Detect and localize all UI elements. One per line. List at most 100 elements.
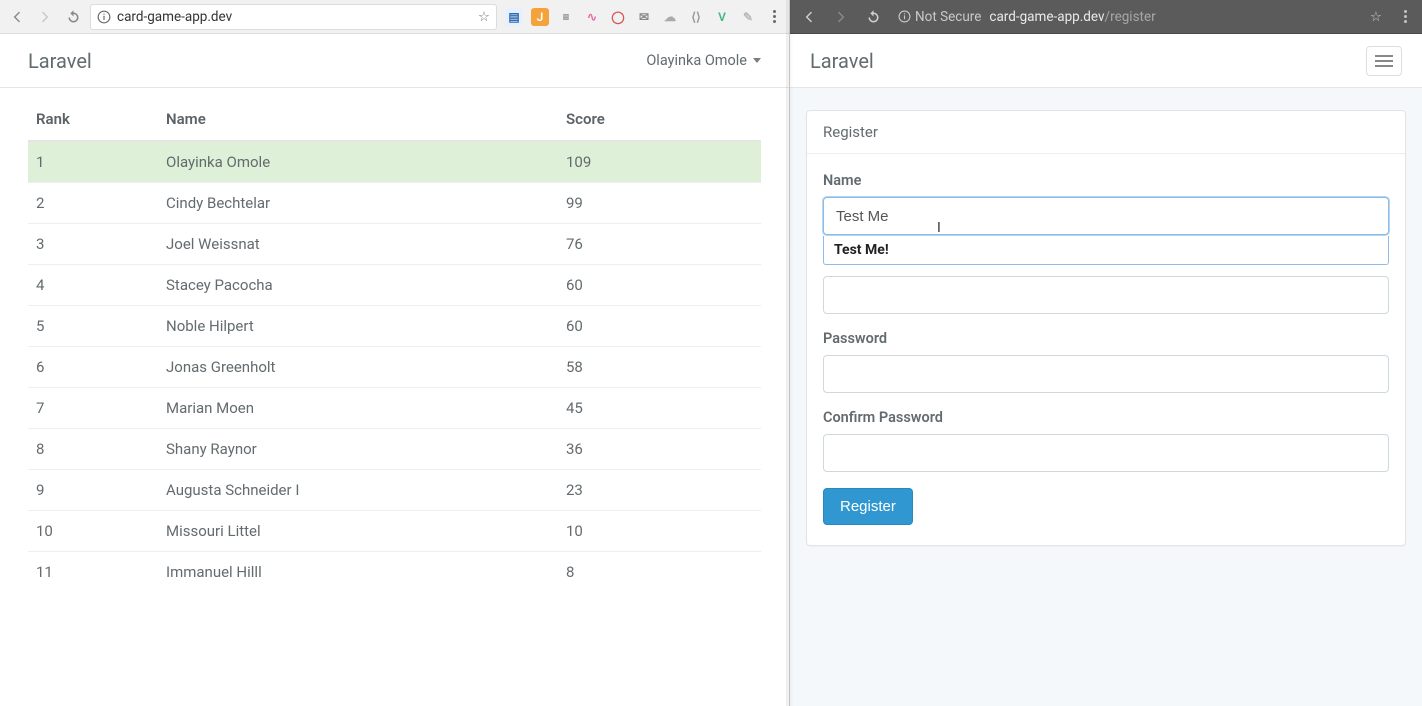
- table-row: 10Missouri Littel10: [28, 511, 761, 552]
- col-header-name: Name: [158, 98, 558, 141]
- extension-icon[interactable]: ▤: [505, 8, 523, 26]
- user-menu[interactable]: Olayinka Omole: [646, 52, 761, 69]
- cell-name: Missouri Littel: [158, 511, 558, 552]
- table-row: 1Olayinka Omole109: [28, 141, 761, 183]
- table-row: 4Stacey Pacocha60: [28, 265, 761, 306]
- security-indicator[interactable]: Not Secure: [898, 9, 981, 25]
- extension-icon[interactable]: ∿: [583, 8, 601, 26]
- cell-score: 58: [558, 347, 761, 388]
- app-navbar-left: Laravel Olayinka Omole: [0, 34, 789, 88]
- password-label: Password: [823, 330, 1389, 347]
- cell-score: 60: [558, 265, 761, 306]
- table-row: 6Jonas Greenholt58: [28, 347, 761, 388]
- cell-rank: 11: [28, 552, 158, 593]
- hamburger-button[interactable]: [1366, 46, 1402, 76]
- cell-score: 76: [558, 224, 761, 265]
- cell-rank: 9: [28, 470, 158, 511]
- cell-name: Jonas Greenholt: [158, 347, 558, 388]
- cell-score: 45: [558, 388, 761, 429]
- register-button[interactable]: Register: [823, 488, 913, 525]
- back-button[interactable]: [798, 6, 820, 28]
- browser-toolbar-left: card-game-app.dev ☆ ▤ J ≡ ∿ ◯ ✉ ☁ ⟨⟩ V ✎: [0, 0, 789, 34]
- table-row: 9Augusta Schneider I23: [28, 470, 761, 511]
- extension-icon[interactable]: ☁: [661, 8, 679, 26]
- confirm-password-input[interactable]: [823, 434, 1389, 472]
- table-row: 3Joel Weissnat76: [28, 224, 761, 265]
- extension-icon[interactable]: J: [531, 8, 549, 26]
- extension-icon[interactable]: ✉: [635, 8, 653, 26]
- email-input[interactable]: [823, 276, 1389, 314]
- brand-link[interactable]: Laravel: [28, 49, 92, 73]
- extension-icon[interactable]: V: [713, 8, 731, 26]
- cell-name: Shany Raynor: [158, 429, 558, 470]
- cell-rank: 5: [28, 306, 158, 347]
- page-content-left: Laravel Olayinka Omole Rank Name Score: [0, 34, 789, 706]
- page-content-right: Laravel Register Name Test Me! I E-Ma: [790, 34, 1422, 706]
- browser-toolbar-right: Not Secure card-game-app.dev/register ☆: [790, 0, 1422, 34]
- autocomplete-popup: Test Me!: [823, 236, 1389, 265]
- chevron-down-icon: [753, 58, 761, 63]
- cell-score: 99: [558, 183, 761, 224]
- info-icon: [97, 10, 111, 24]
- browser-menu-button[interactable]: [1396, 7, 1414, 26]
- cell-name: Immanuel Hilll: [158, 552, 558, 593]
- cell-score: 109: [558, 141, 761, 183]
- table-row: 2Cindy Bechtelar99: [28, 183, 761, 224]
- cell-name: Noble Hilpert: [158, 306, 558, 347]
- leaderboard-table: Rank Name Score 1Olayinka Omole1092Cindy…: [28, 98, 761, 592]
- back-button[interactable]: [6, 6, 28, 28]
- extension-tray: ▤ J ≡ ∿ ◯ ✉ ☁ ⟨⟩ V ✎: [503, 8, 759, 26]
- cell-name: Joel Weissnat: [158, 224, 558, 265]
- address-url: card-game-app.dev: [117, 9, 472, 25]
- reload-button[interactable]: [862, 6, 884, 28]
- table-row: 8Shany Raynor36: [28, 429, 761, 470]
- cell-score: 10: [558, 511, 761, 552]
- browser-menu-button[interactable]: [765, 7, 783, 26]
- app-navbar-right: Laravel: [790, 34, 1422, 88]
- cell-rank: 1: [28, 141, 158, 183]
- brand-link[interactable]: Laravel: [810, 49, 874, 73]
- user-name: Olayinka Omole: [646, 52, 747, 69]
- cell-rank: 7: [28, 388, 158, 429]
- cell-rank: 3: [28, 224, 158, 265]
- cell-name: Olayinka Omole: [158, 141, 558, 183]
- table-row: 5Noble Hilpert60: [28, 306, 761, 347]
- cell-name: Cindy Bechtelar: [158, 183, 558, 224]
- cell-rank: 4: [28, 265, 158, 306]
- cell-rank: 2: [28, 183, 158, 224]
- security-text: Not Secure: [915, 9, 981, 25]
- autocomplete-option[interactable]: Test Me!: [824, 236, 1388, 264]
- star-icon[interactable]: ☆: [1370, 9, 1382, 25]
- extension-icon[interactable]: ◯: [609, 8, 627, 26]
- cell-score: 36: [558, 429, 761, 470]
- extension-icon[interactable]: ⟨⟩: [687, 8, 705, 26]
- extension-icon[interactable]: ✎: [739, 8, 757, 26]
- forward-button[interactable]: [830, 6, 852, 28]
- password-input[interactable]: [823, 355, 1389, 393]
- reload-button[interactable]: [62, 6, 84, 28]
- table-row: 7Marian Moen45: [28, 388, 761, 429]
- cell-rank: 10: [28, 511, 158, 552]
- address-bar-left[interactable]: card-game-app.dev ☆: [90, 4, 497, 30]
- address-url-path: /register: [1105, 9, 1156, 25]
- confirm-password-label: Confirm Password: [823, 409, 1389, 426]
- cell-rank: 8: [28, 429, 158, 470]
- cell-name: Marian Moen: [158, 388, 558, 429]
- address-url-host: card-game-app.dev: [989, 9, 1104, 25]
- cell-score: 23: [558, 470, 761, 511]
- cell-name: Augusta Schneider I: [158, 470, 558, 511]
- cell-name: Stacey Pacocha: [158, 265, 558, 306]
- name-input[interactable]: [823, 197, 1389, 235]
- star-icon[interactable]: ☆: [478, 9, 490, 25]
- address-bar-right[interactable]: Not Secure card-game-app.dev/register ☆: [894, 4, 1386, 30]
- name-label: Name: [823, 172, 1389, 189]
- cell-rank: 6: [28, 347, 158, 388]
- extension-icon[interactable]: ≡: [557, 8, 575, 26]
- col-header-score: Score: [558, 98, 761, 141]
- table-row: 11Immanuel Hilll8: [28, 552, 761, 593]
- forward-button[interactable]: [34, 6, 56, 28]
- cell-score: 60: [558, 306, 761, 347]
- col-header-rank: Rank: [28, 98, 158, 141]
- register-panel: Register Name Test Me! I E-Mail Address: [806, 110, 1406, 546]
- panel-title: Register: [807, 111, 1405, 154]
